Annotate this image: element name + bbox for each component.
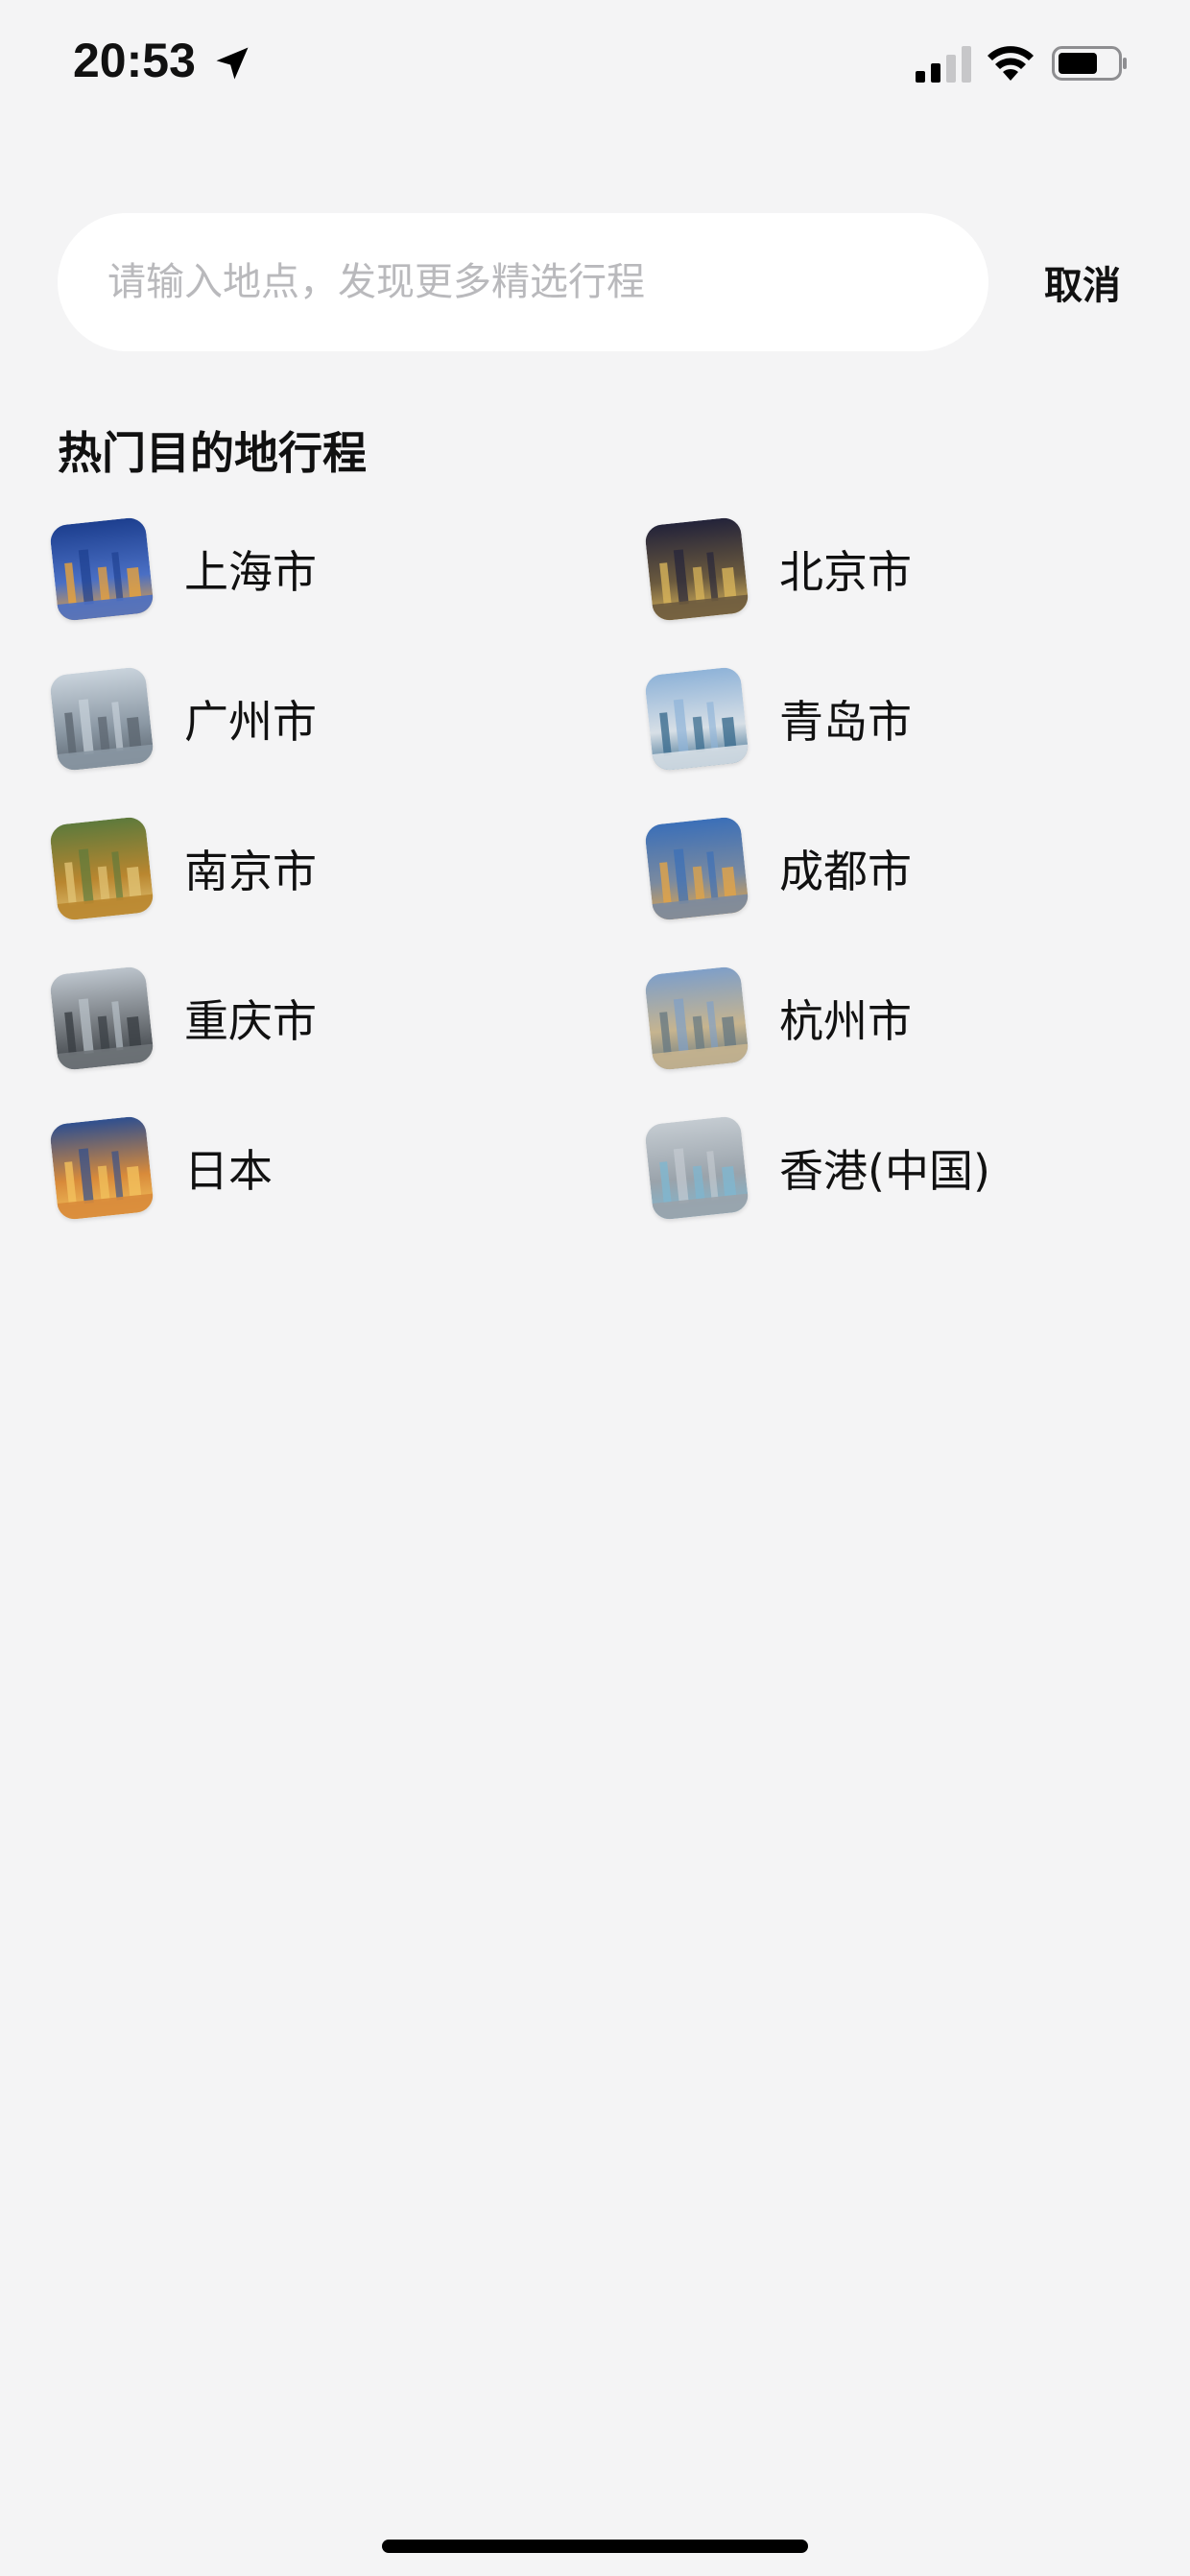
destination-item[interactable]: 香港(中国) [644,1115,990,1221]
destination-thumbnail [49,666,155,772]
destination-thumbnail [644,1115,750,1221]
search-input[interactable] [107,260,988,304]
destination-label: 成都市 [779,846,912,897]
destination-label: 北京市 [779,546,912,598]
destination-item[interactable]: 青岛市 [644,666,912,772]
destination-label: 杭州市 [779,995,912,1047]
destination-thumbnail [644,516,750,622]
destination-item[interactable]: 日本 [49,1115,273,1221]
destination-label: 广州市 [184,696,317,748]
destination-label: 上海市 [184,546,317,598]
battery-icon [1052,46,1127,81]
destination-label: 重庆市 [184,995,317,1047]
section-title: 热门目的地行程 [58,427,367,479]
status-time: 20:53 [73,34,196,87]
destination-label: 日本 [184,1145,273,1197]
destination-item[interactable]: 广州市 [49,666,317,772]
location-arrow-icon [216,47,249,80]
destination-item[interactable]: 北京市 [644,516,912,622]
destination-thumbnail [49,816,155,921]
destination-thumbnail [644,816,750,921]
destination-label: 香港(中国) [779,1145,990,1197]
destination-item[interactable]: 杭州市 [644,966,912,1071]
destination-item[interactable]: 南京市 [49,816,317,921]
destination-thumbnail [644,666,750,772]
destination-item[interactable]: 上海市 [49,516,317,622]
destination-label: 青岛市 [779,696,912,748]
destination-label: 南京市 [184,846,317,897]
cellular-signal-icon [916,46,971,83]
home-indicator [382,2540,808,2553]
destination-thumbnail [644,966,750,1071]
cancel-button[interactable]: 取消 [1044,253,1121,311]
destination-item[interactable]: 成都市 [644,816,912,921]
destination-thumbnail [49,966,155,1071]
destination-thumbnail [49,516,155,622]
destination-thumbnail [49,1115,155,1221]
destination-item[interactable]: 重庆市 [49,966,317,1071]
wifi-icon [988,46,1034,81]
search-box[interactable] [58,213,988,351]
status-bar: 20:53 [0,0,1190,134]
